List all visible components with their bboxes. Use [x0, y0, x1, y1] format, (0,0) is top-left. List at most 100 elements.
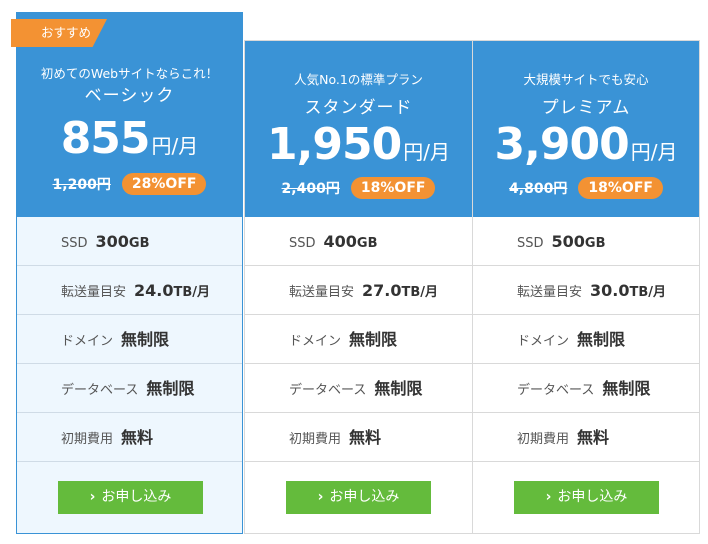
- plan-card-basic: おすすめ 初めてのWebサイトならこれ！ ベーシック 855 円/月 1,200円…: [11, 12, 243, 534]
- transfer-value: 24.0: [134, 281, 174, 300]
- plan-card-standard: 人気No.1の標準プラン スタンダード 1,950 円/月 2,400円 18%O…: [244, 40, 472, 534]
- feature-label: データベース: [61, 383, 139, 398]
- feature-row-domain: ドメイン 無制限: [473, 315, 699, 364]
- feature-label: ドメイン: [289, 334, 342, 349]
- recommended-ribbon: おすすめ: [11, 19, 107, 47]
- transfer-value: 27.0: [362, 281, 402, 300]
- feature-value: 30.0TB/月: [590, 281, 666, 300]
- original-price: 4,800円: [509, 181, 568, 197]
- original-price: 1,200円: [52, 177, 111, 193]
- feature-value: 無制限: [146, 379, 195, 398]
- ssd-unit: GB: [584, 236, 606, 251]
- original-price: 2,400円: [281, 181, 340, 197]
- button-area: › お申し込み: [17, 459, 242, 533]
- discount-row: 4,800円 18%OFF: [473, 177, 699, 199]
- button-area: › お申し込み: [245, 459, 472, 533]
- ssd-unit: GB: [356, 236, 378, 251]
- discount-badge: 18%OFF: [578, 177, 663, 199]
- feature-row-domain: ドメイン 無制限: [245, 315, 472, 364]
- transfer-unit: TB/月: [401, 285, 439, 300]
- feature-row-initial-fee: 初期費用 無料: [245, 413, 472, 462]
- transfer-value: 30.0: [590, 281, 630, 300]
- feature-value: 400GB: [324, 232, 378, 251]
- plan-tagline: 初めてのWebサイトならこれ！: [40, 66, 219, 81]
- discount-row: 2,400円 18%OFF: [245, 177, 472, 199]
- feature-label: データベース: [289, 383, 367, 398]
- price-unit: 円/月: [403, 140, 450, 164]
- feature-row-ssd: SSD 300GB: [17, 217, 242, 266]
- ssd-value: 500: [551, 232, 585, 251]
- price-unit: 円/月: [151, 134, 199, 158]
- plan-name: ベーシック: [84, 86, 175, 106]
- feature-value: 無料: [577, 428, 610, 447]
- plan-name: プレミアム: [541, 98, 631, 118]
- feature-row-transfer: 転送量目安 27.0TB/月: [245, 266, 472, 315]
- discount-badge: 18%OFF: [350, 177, 436, 199]
- apply-button-label: お申し込み: [329, 489, 400, 505]
- feature-list: SSD 500GB 転送量目安 30.0TB/月 ドメイン 無制限 データベース 無制限…: [473, 217, 699, 462]
- feature-row-database: データベース 無制限: [245, 364, 472, 413]
- price-amount: 855: [60, 113, 151, 164]
- feature-label: 転送量目安: [517, 285, 583, 300]
- feature-label: 転送量目安: [289, 285, 355, 300]
- discount-badge: 28%OFF: [121, 173, 207, 195]
- feature-row-initial-fee: 初期費用 無料: [17, 413, 242, 462]
- ssd-unit: GB: [128, 236, 150, 251]
- apply-button-label: お申し込み: [557, 489, 628, 505]
- feature-value: 無制限: [349, 330, 398, 349]
- plan-header: 大規模サイトでも安心 プレミアム 3,900 円/月 4,800円 18%OFF: [473, 41, 699, 217]
- feature-label: SSD: [61, 236, 88, 251]
- feature-label: 初期費用: [517, 432, 570, 447]
- feature-value: 無制限: [121, 330, 170, 349]
- feature-label: SSD: [289, 236, 316, 251]
- feature-label: 初期費用: [289, 432, 342, 447]
- feature-value: 27.0TB/月: [362, 281, 438, 300]
- feature-value: 無料: [121, 428, 154, 447]
- feature-value: 無料: [349, 428, 382, 447]
- feature-row-domain: ドメイン 無制限: [17, 315, 242, 364]
- apply-button-basic[interactable]: › お申し込み: [58, 481, 203, 514]
- plan-price: 1,950 円/月: [245, 119, 472, 170]
- feature-label: 初期費用: [61, 432, 114, 447]
- chevron-right-icon: ›: [317, 489, 324, 505]
- feature-label: SSD: [517, 236, 544, 251]
- feature-list: SSD 400GB 転送量目安 27.0TB/月 ドメイン 無制限 データベース 無制限…: [245, 217, 472, 462]
- ssd-value: 400: [323, 232, 357, 251]
- plan-price: 855 円/月: [17, 113, 242, 164]
- feature-value: 無制限: [602, 379, 651, 398]
- feature-value: 無制限: [577, 330, 626, 349]
- feature-row-ssd: SSD 500GB: [473, 217, 699, 266]
- chevron-right-icon: ›: [89, 489, 96, 505]
- feature-label: ドメイン: [517, 334, 570, 349]
- feature-row-initial-fee: 初期費用 無料: [473, 413, 699, 462]
- feature-row-ssd: SSD 400GB: [245, 217, 472, 266]
- price-amount: 1,950: [267, 119, 402, 170]
- button-area: › お申し込み: [473, 459, 699, 533]
- feature-row-database: データベース 無制限: [473, 364, 699, 413]
- apply-button-standard[interactable]: › お申し込み: [286, 481, 431, 514]
- price-unit: 円/月: [630, 140, 678, 164]
- discount-row: 1,200円 28%OFF: [17, 173, 242, 195]
- apply-button-label: お申し込み: [101, 489, 172, 505]
- feature-list: SSD 300GB 転送量目安 24.0TB/月 ドメイン 無制限 データベース 無制限…: [17, 217, 242, 462]
- plan-tagline: 人気No.1の標準プラン: [294, 72, 423, 87]
- feature-value: 無制限: [374, 379, 423, 398]
- plan-name: スタンダード: [304, 98, 413, 118]
- feature-label: データベース: [517, 383, 595, 398]
- feature-label: ドメイン: [61, 334, 114, 349]
- plan-tagline: 大規模サイトでも安心: [523, 72, 649, 87]
- plan-card-premium: 大規模サイトでも安心 プレミアム 3,900 円/月 4,800円 18%OFF …: [472, 40, 700, 534]
- plan-header: 人気No.1の標準プラン スタンダード 1,950 円/月 2,400円 18%O…: [245, 41, 472, 217]
- price-amount: 3,900: [494, 119, 630, 170]
- chevron-right-icon: ›: [545, 489, 552, 505]
- apply-button-premium[interactable]: › お申し込み: [514, 481, 659, 514]
- feature-label: 転送量目安: [61, 285, 127, 300]
- feature-row-transfer: 転送量目安 24.0TB/月: [17, 266, 242, 315]
- transfer-unit: TB/月: [629, 285, 667, 300]
- feature-value: 300GB: [96, 232, 150, 251]
- feature-value: 500GB: [552, 232, 606, 251]
- feature-row-database: データベース 無制限: [17, 364, 242, 413]
- plan-price: 3,900 円/月: [473, 119, 699, 170]
- ssd-value: 300: [95, 232, 129, 251]
- plan-header: おすすめ 初めてのWebサイトならこれ！ ベーシック 855 円/月 1,200円…: [11, 13, 242, 217]
